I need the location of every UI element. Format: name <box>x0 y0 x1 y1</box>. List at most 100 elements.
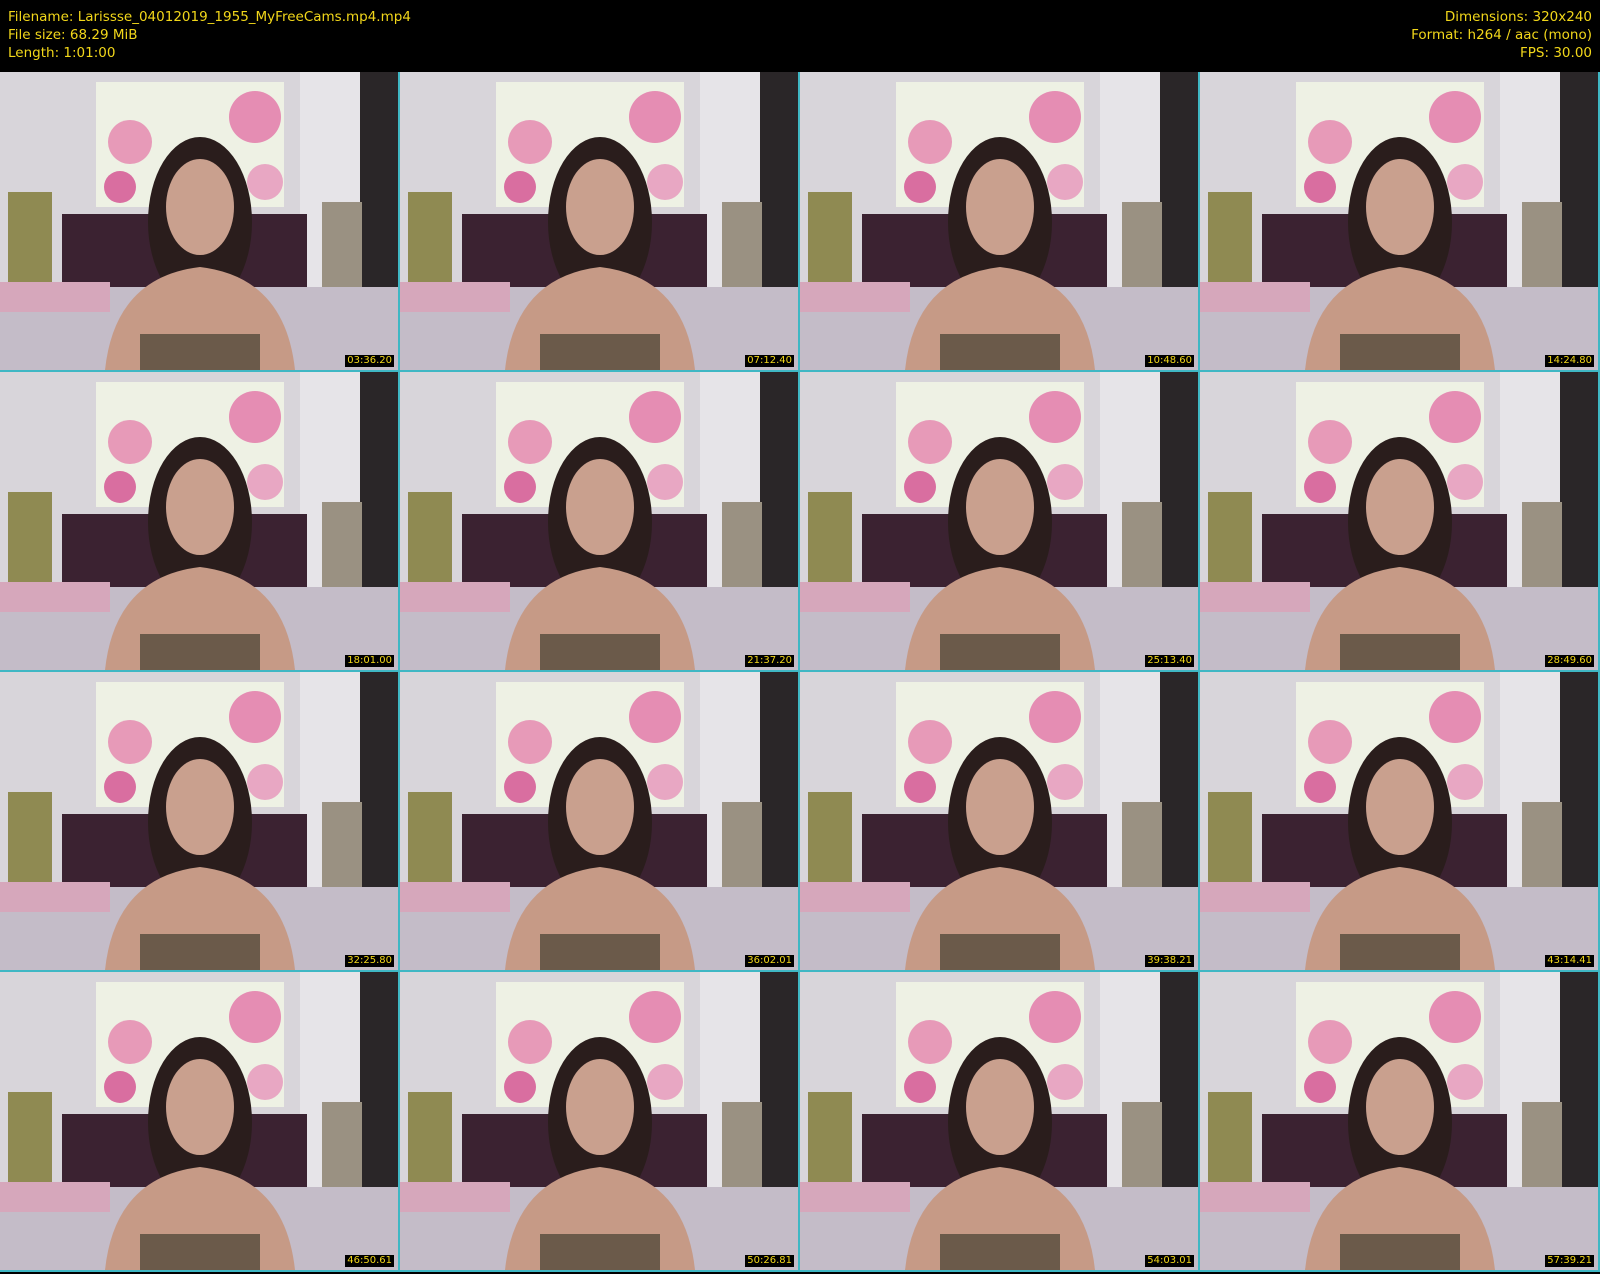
painting-flower <box>904 171 936 203</box>
plant-left <box>408 492 452 587</box>
leopard-top <box>540 634 660 670</box>
dark-panel <box>1560 72 1598 302</box>
frame-timestamp: 10:48.60 <box>1145 355 1194 367</box>
person-face <box>1366 159 1434 255</box>
painting-flower <box>108 1020 152 1064</box>
painting-flower <box>229 91 281 143</box>
frame-timestamp: 18:01.00 <box>345 655 394 667</box>
dark-panel <box>360 672 398 902</box>
painting-flower <box>1429 391 1481 443</box>
frame-timestamp: 39:38.21 <box>1145 955 1194 967</box>
leopard-top <box>940 334 1060 370</box>
video-frame-thumbnail: 28:49.60 <box>1200 372 1598 670</box>
plant-right <box>722 802 762 892</box>
frame-timestamp: 50:26.81 <box>745 1255 794 1267</box>
dark-panel <box>1160 972 1198 1202</box>
person-face <box>966 1059 1034 1155</box>
leopard-top <box>540 934 660 970</box>
plant-left <box>808 192 852 287</box>
painting-flower <box>1304 771 1336 803</box>
dark-panel <box>760 972 798 1202</box>
painting-flower <box>647 764 683 800</box>
pillow <box>0 882 110 912</box>
plant-left <box>808 1092 852 1187</box>
video-frame-thumbnail: 39:38.21 <box>800 672 1198 970</box>
frame-image <box>1200 672 1598 970</box>
leopard-top <box>1340 634 1460 670</box>
leopard-top <box>140 1234 260 1270</box>
person-face <box>966 159 1034 255</box>
plant-right <box>722 1102 762 1192</box>
painting-flower <box>108 420 152 464</box>
painting-flower <box>904 771 936 803</box>
painting-flower <box>108 120 152 164</box>
pillow <box>1200 882 1310 912</box>
frame-image <box>400 972 798 1270</box>
painting-flower <box>508 1020 552 1064</box>
info-header: Filename: Larissse_04012019_1955_MyFreeC… <box>0 0 1600 72</box>
plant-right <box>322 202 362 292</box>
painting-flower <box>1447 164 1483 200</box>
frame-timestamp: 21:37.20 <box>745 655 794 667</box>
dark-panel <box>1560 972 1598 1202</box>
pillow <box>400 882 510 912</box>
plant-right <box>1122 502 1162 592</box>
frame-image <box>800 972 1198 1270</box>
pillow <box>400 282 510 312</box>
person-face <box>1366 459 1434 555</box>
plant-left <box>8 792 52 887</box>
painting-flower <box>504 171 536 203</box>
pillow <box>0 582 110 612</box>
leopard-top <box>1340 1234 1460 1270</box>
painting-flower <box>1029 991 1081 1043</box>
frame-timestamp: 28:49.60 <box>1545 655 1594 667</box>
frame-image <box>800 372 1198 670</box>
leopard-top <box>940 934 1060 970</box>
pillow <box>800 1182 910 1212</box>
plant-left <box>408 192 452 287</box>
dark-panel <box>1560 672 1598 902</box>
video-frame-thumbnail: 36:02.01 <box>400 672 798 970</box>
frame-image <box>800 72 1198 370</box>
frame-timestamp: 25:13.40 <box>1145 655 1194 667</box>
painting-flower <box>1047 164 1083 200</box>
person-face <box>166 1059 234 1155</box>
plant-left <box>1208 492 1252 587</box>
video-frame-thumbnail: 46:50.61 <box>0 972 398 1270</box>
video-frame-thumbnail: 21:37.20 <box>400 372 798 670</box>
painting-flower <box>1304 1071 1336 1103</box>
frame-timestamp: 46:50.61 <box>345 1255 394 1267</box>
fps-text: FPS: 30.00 <box>1520 45 1592 61</box>
frame-timestamp: 36:02.01 <box>745 955 794 967</box>
dimensions-text: Dimensions: 320x240 <box>1444 9 1592 25</box>
plant-left <box>408 792 452 887</box>
painting-flower <box>247 164 283 200</box>
painting-flower <box>908 420 952 464</box>
frame-image <box>400 72 798 370</box>
painting-flower <box>229 391 281 443</box>
painting-flower <box>1304 171 1336 203</box>
person-face <box>566 159 634 255</box>
plant-right <box>322 1102 362 1192</box>
pillow <box>0 1182 110 1212</box>
length-text: Length: 1:01:00 <box>8 45 116 61</box>
plant-right <box>722 202 762 292</box>
person-face <box>166 459 234 555</box>
plant-right <box>1122 802 1162 892</box>
painting-flower <box>504 771 536 803</box>
leopard-top <box>540 1234 660 1270</box>
painting-flower <box>508 420 552 464</box>
painting-flower <box>1308 420 1352 464</box>
frame-timestamp: 03:36.20 <box>345 355 394 367</box>
painting-flower <box>504 471 536 503</box>
person-face <box>566 759 634 855</box>
plant-right <box>1122 202 1162 292</box>
leopard-top <box>140 934 260 970</box>
plant-left <box>8 1092 52 1187</box>
painting-flower <box>247 1064 283 1100</box>
painting-flower <box>908 120 952 164</box>
plant-right <box>322 802 362 892</box>
leopard-top <box>940 1234 1060 1270</box>
painting-flower <box>1029 691 1081 743</box>
painting-flower <box>508 720 552 764</box>
